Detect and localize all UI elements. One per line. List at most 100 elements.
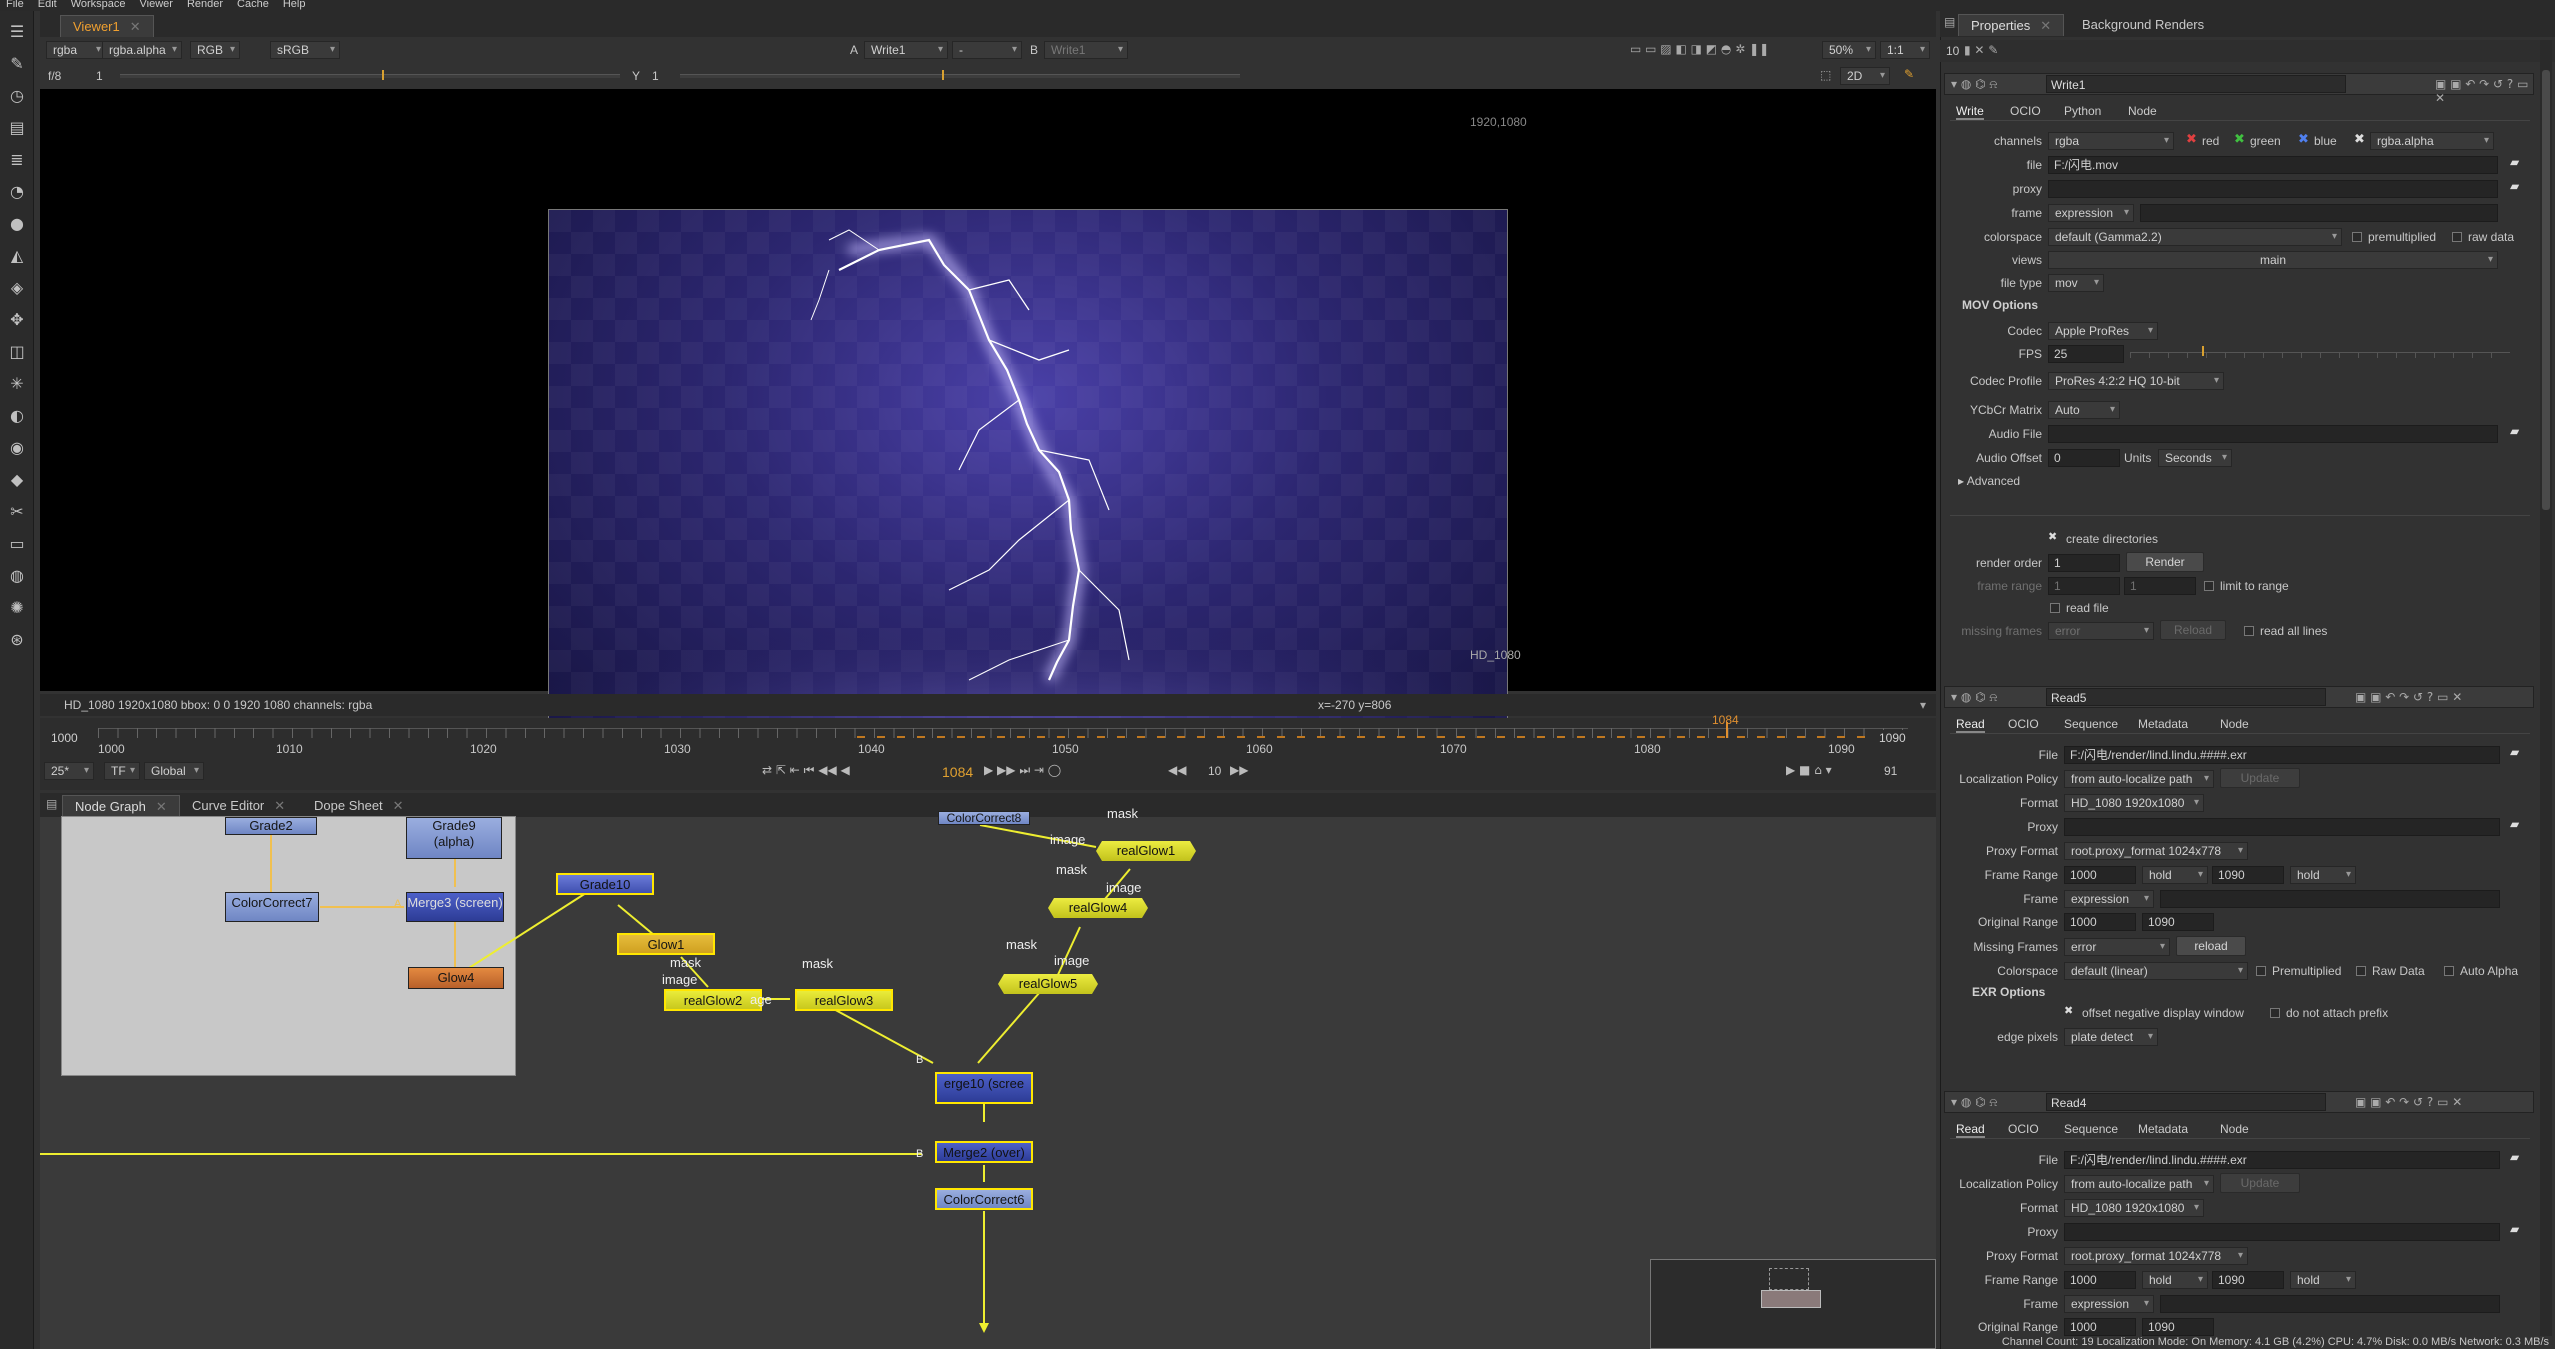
pane-menu-icon[interactable]: ☰: [8, 23, 26, 41]
range-end-field[interactable]: 1090: [2212, 1271, 2284, 1289]
menu-viewer[interactable]: Viewer: [140, 0, 173, 10]
gamma-value[interactable]: 1: [652, 69, 659, 83]
node-grade10[interactable]: Grade10: [556, 873, 654, 895]
views-icon[interactable]: ◉: [8, 439, 26, 457]
tab-node[interactable]: Node: [2128, 104, 2157, 118]
frame-range-start[interactable]: 1: [2048, 577, 2120, 595]
panel-control-icons[interactable]: ▣ ▣ ↶ ↷ ↺ ? ▭ ✕: [2355, 690, 2462, 704]
node-merge3[interactable]: Merge3 (screen): [406, 892, 504, 922]
orig-end-field[interactable]: 1090: [2142, 1318, 2214, 1336]
proxy-field[interactable]: [2064, 818, 2500, 836]
color-wheel-icon[interactable]: ◔: [8, 183, 26, 201]
read-file-checkbox[interactable]: [2050, 603, 2060, 613]
write1-name-field[interactable]: Write1: [2046, 75, 2346, 93]
edge-pixels-dropdown[interactable]: plate detect: [2064, 1028, 2158, 1046]
orig-start-field[interactable]: 1000: [2064, 1318, 2136, 1336]
ycbcr-dropdown[interactable]: Auto: [2048, 401, 2120, 419]
tab-ocio[interactable]: OCIO: [2008, 717, 2039, 731]
read5-name-field[interactable]: Read5: [2046, 688, 2326, 706]
range-end-field[interactable]: 1090: [2212, 866, 2284, 884]
furnace-icon[interactable]: ◍: [8, 567, 26, 585]
do-not-attach-checkbox[interactable]: [2270, 1008, 2280, 1018]
node-realglow1[interactable]: realGlow1: [1096, 841, 1196, 861]
display-dropdown[interactable]: RGB: [190, 41, 240, 59]
premultiplied-checkbox[interactable]: [2352, 232, 2362, 242]
alpha-channel-dropdown[interactable]: rgba.alpha: [2370, 132, 2494, 150]
tab-sequence[interactable]: Sequence: [2064, 1122, 2118, 1136]
compare-op-dropdown[interactable]: -: [952, 41, 1022, 59]
cache-icons[interactable]: ▶ ■ ⌂ ▾: [1786, 763, 1832, 777]
file-type-dropdown[interactable]: mov: [2048, 274, 2104, 292]
viewer-viewport[interactable]: 1920,1080 HD_1080: [40, 89, 1936, 749]
gamma-slider-handle[interactable]: [942, 70, 944, 80]
proxy-browse-icon[interactable]: ▰: [2510, 817, 2519, 831]
other-icon[interactable]: ▭: [8, 535, 26, 553]
blue-checkbox[interactable]: ✖: [2298, 132, 2309, 147]
color-icon[interactable]: ≣: [8, 151, 26, 169]
missing-frames-dropdown[interactable]: error: [2048, 622, 2154, 640]
auto-alpha-checkbox[interactable]: [2444, 966, 2454, 976]
node-grade9[interactable]: Grade9 (alpha): [406, 817, 502, 859]
roi-icon[interactable]: ⬚: [1820, 68, 1831, 82]
tab-read[interactable]: Read: [1956, 1122, 1985, 1138]
view-mode-dropdown[interactable]: 2D: [1840, 67, 1890, 85]
transform-icon[interactable]: ✥: [8, 311, 26, 329]
close-icon[interactable]: ✕: [274, 798, 285, 813]
missing-frames-dropdown[interactable]: error: [2064, 938, 2170, 956]
max-panels-value[interactable]: 10: [1946, 44, 1959, 58]
node-colorcorrect6[interactable]: ColorCorrect6: [935, 1188, 1033, 1210]
reload-button[interactable]: Reload: [2160, 620, 2226, 640]
render-button[interactable]: Render: [2126, 552, 2204, 572]
timeline-start[interactable]: 1000: [46, 730, 86, 748]
node-merge10[interactable]: erge10 (scree: [935, 1072, 1033, 1104]
fps-dropdown[interactable]: 25*: [44, 762, 94, 780]
fps-field[interactable]: 25: [2048, 345, 2124, 363]
node-glow4[interactable]: Glow4: [408, 967, 504, 989]
close-icon[interactable]: ✕: [156, 799, 167, 814]
frame-expression-field[interactable]: [2160, 890, 2500, 908]
tab-ocio[interactable]: OCIO: [2010, 104, 2041, 118]
tf-dropdown[interactable]: TF: [104, 762, 140, 780]
panel-header-icons[interactable]: ▾ ◍ ⌬ ⍾: [1951, 77, 1997, 92]
tab-python[interactable]: Python: [2064, 104, 2101, 118]
menu-help[interactable]: Help: [283, 0, 306, 10]
range-start-mode[interactable]: hold: [2142, 1271, 2208, 1289]
advanced-toggle[interactable]: ▸ Advanced: [1958, 474, 2020, 488]
plugins-icon[interactable]: ✺: [8, 599, 26, 617]
file-browse-icon[interactable]: ▰: [2510, 155, 2519, 169]
green-checkbox[interactable]: ✖: [2234, 132, 2245, 147]
tab-background-renders[interactable]: Background Renders: [2070, 14, 2216, 36]
gain-value[interactable]: 1: [96, 69, 103, 83]
step-back-icon[interactable]: ◀◀: [1168, 763, 1186, 777]
node-realglow4[interactable]: realGlow4: [1048, 898, 1148, 918]
colorspace-dropdown[interactable]: default (Gamma2.2): [2048, 228, 2342, 246]
premultiplied-checkbox[interactable]: [2256, 966, 2266, 976]
tab-write[interactable]: Write: [1956, 104, 1984, 120]
toolsets-icon[interactable]: ✂: [8, 503, 26, 521]
close-icon[interactable]: ✕: [130, 19, 141, 34]
gamma-slider[interactable]: [680, 74, 1240, 78]
ratio-dropdown[interactable]: 1:1: [1880, 41, 1930, 59]
frame-dropdown[interactable]: expression: [2048, 204, 2134, 222]
keyer-icon[interactable]: ◭: [8, 247, 26, 265]
filter-icon[interactable]: ●: [8, 215, 26, 233]
channels-dropdown[interactable]: rgba: [2048, 132, 2174, 150]
menu-file[interactable]: File: [6, 0, 24, 10]
format-dropdown[interactable]: HD_1080 1920x1080: [2064, 794, 2204, 812]
tab-dope-sheet[interactable]: Dope Sheet ✕: [302, 795, 416, 817]
panel-control-icons[interactable]: ▣ ▣ ↶ ↷ ↺ ? ▭ ✕: [2355, 1095, 2462, 1109]
frame-expression-field[interactable]: [2140, 204, 2498, 222]
tab-properties[interactable]: Properties ✕: [1958, 14, 2065, 36]
node-colorcorrect8[interactable]: ColorCorrect8: [938, 811, 1030, 825]
draw-icon[interactable]: ✎: [8, 55, 26, 73]
node-realglow5[interactable]: realGlow5: [998, 974, 1098, 994]
deep-icon[interactable]: ◐: [8, 407, 26, 425]
read-all-lines-checkbox[interactable]: [2244, 626, 2254, 636]
merge-icon[interactable]: ◈: [8, 279, 26, 297]
node-realglow3[interactable]: realGlow3: [795, 989, 893, 1011]
timeline[interactable]: 1000 1084 1000 1010 1020 1030 1040 1050 …: [40, 713, 1936, 756]
tab-node[interactable]: Node: [2220, 717, 2249, 731]
playback-icons-left[interactable]: ⇄ ⇱ ⇤ ⏮ ◀◀ ◀: [762, 763, 850, 778]
create-directories-checkbox[interactable]: ✖: [2048, 530, 2057, 543]
alpha-dropdown[interactable]: rgba.alpha: [102, 41, 182, 59]
